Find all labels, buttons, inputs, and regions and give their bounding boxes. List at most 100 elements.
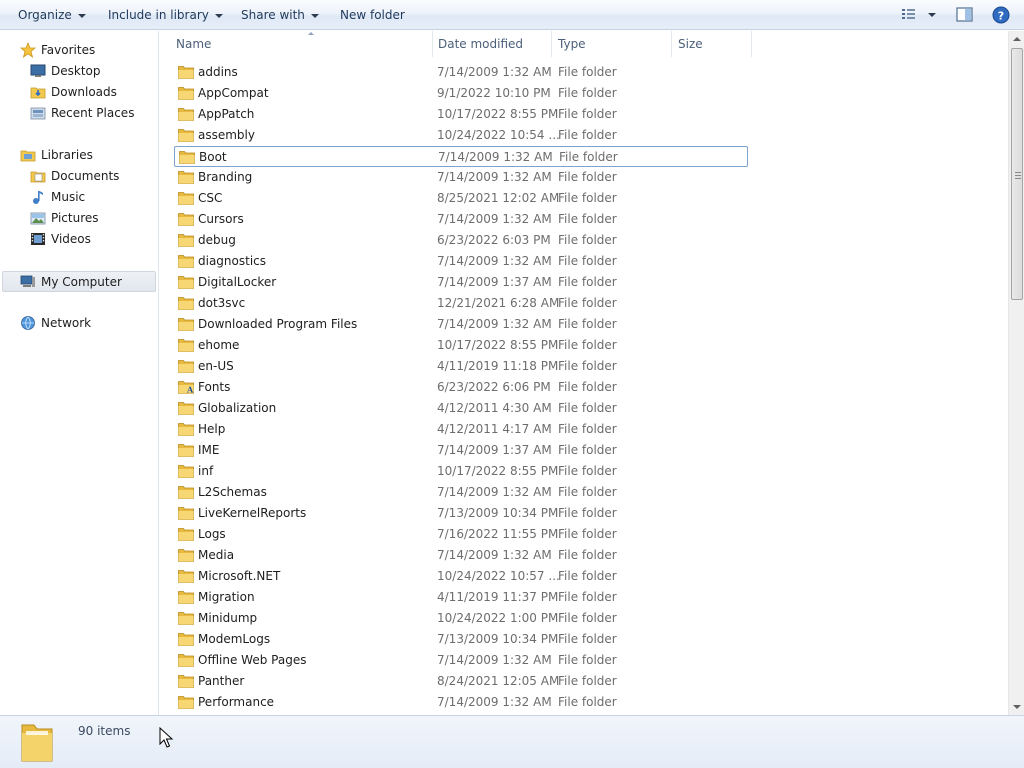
file-date-modified: 10/24/2022 1:00 PM: [437, 611, 559, 625]
nav-libraries-label: Libraries: [41, 148, 93, 162]
nav-pictures-label: Pictures: [51, 211, 99, 225]
file-type: File folder: [558, 611, 617, 625]
file-row[interactable]: Branding 7/14/2009 1:32 AM File folder: [174, 167, 748, 188]
file-date-modified: 7/14/2009 1:32 AM: [437, 254, 552, 268]
file-name: Cursors: [198, 212, 244, 226]
file-row[interactable]: Cursors 7/14/2009 1:32 AM File folder: [174, 209, 748, 230]
file-row[interactable]: Help 4/12/2011 4:17 AM File folder: [174, 419, 748, 440]
folder-icon: [178, 87, 194, 100]
file-row[interactable]: Media 7/14/2009 1:32 AM File folder: [174, 545, 748, 566]
file-row[interactable]: Panther 8/24/2021 12:05 AM File folder: [174, 671, 748, 692]
file-type: File folder: [558, 191, 617, 205]
vertical-scrollbar[interactable]: [1008, 31, 1024, 715]
file-row[interactable]: IME 7/14/2009 1:37 AM File folder: [174, 440, 748, 461]
file-row[interactable]: L2Schemas 7/14/2009 1:32 AM File folder: [174, 482, 748, 503]
file-row[interactable]: Downloaded Program Files 7/14/2009 1:32 A…: [174, 314, 748, 335]
nav-music-label: Music: [51, 190, 86, 204]
file-row[interactable]: Minidump 10/24/2022 1:00 PM File folder: [174, 608, 748, 629]
file-date-modified: 4/12/2011 4:30 AM: [437, 401, 552, 415]
file-row[interactable]: CSC 8/25/2021 12:02 AM File folder: [174, 188, 748, 209]
file-type: File folder: [558, 422, 617, 436]
preview-pane-button[interactable]: [955, 6, 975, 27]
file-name: LiveKernelReports: [198, 506, 307, 520]
file-name: CSC: [198, 191, 223, 205]
file-date-modified: 10/17/2022 8:55 PM: [437, 338, 559, 352]
folder-icon: [178, 507, 194, 520]
file-type: File folder: [558, 443, 617, 457]
file-type: File folder: [558, 212, 617, 226]
folder-icon: [178, 570, 194, 583]
share-with-button[interactable]: Share with: [241, 0, 319, 30]
folder-icon: [178, 549, 194, 562]
scroll-up-arrow-icon[interactable]: [1013, 37, 1021, 41]
column-header-size[interactable]: Size: [672, 31, 752, 57]
grip-line: [1015, 172, 1021, 173]
file-row[interactable]: Globalization 4/12/2011 4:30 AM File folde…: [174, 398, 748, 419]
file-row[interactable]: dot3svc 12/21/2021 6:28 AM File folder: [174, 293, 748, 314]
svg-text:?: ?: [998, 10, 1004, 23]
file-row[interactable]: AppPatch 10/17/2022 8:55 PM File folder: [174, 104, 748, 125]
file-date-modified: 10/17/2022 8:55 PM: [437, 464, 559, 478]
file-row[interactable]: Boot 7/14/2009 1:32 AM File folder: [174, 146, 748, 167]
nav-desktop-label: Desktop: [51, 64, 101, 78]
file-type: File folder: [558, 380, 617, 394]
file-row[interactable]: LiveKernelReports 7/13/2009 10:34 PM File …: [174, 503, 748, 524]
folder-icon: [178, 255, 194, 268]
folder-icon: [178, 234, 194, 247]
new-folder-button[interactable]: New folder: [340, 0, 405, 30]
file-type: File folder: [558, 359, 617, 373]
nav-videos-label: Videos: [51, 232, 91, 246]
file-row[interactable]: Logs 7/16/2022 11:55 PM File folder: [174, 524, 748, 545]
file-date-modified: 7/14/2009 1:32 AM: [438, 150, 553, 164]
file-date-modified: 8/24/2021 12:05 AM: [437, 674, 560, 688]
file-row[interactable]: ehome 10/17/2022 8:55 PM File folder: [174, 335, 748, 356]
file-row[interactable]: Microsoft.NET 10/24/2022 10:57 ... File fo…: [174, 566, 748, 587]
help-icon: ?: [992, 6, 1010, 24]
file-row[interactable]: en-US 4/11/2019 11:18 PM File folder: [174, 356, 748, 377]
column-type-label: Type: [558, 37, 586, 51]
organize-label: Organize: [18, 8, 72, 22]
chevron-down-icon: [77, 13, 86, 18]
file-name: Performance: [198, 695, 275, 709]
file-row[interactable]: DigitalLocker 7/14/2009 1:37 AM File folde…: [174, 272, 748, 293]
file-type: File folder: [558, 275, 617, 289]
folder-icon: [178, 129, 194, 142]
column-header-date-modified[interactable]: Date modified: [432, 31, 552, 57]
folder-icon: [178, 402, 194, 415]
folder-icon: [178, 276, 194, 289]
scrollbar-thumb[interactable]: [1011, 48, 1023, 300]
folder-icon: [178, 297, 194, 310]
file-type: File folder: [558, 674, 617, 688]
scroll-down-arrow-icon[interactable]: [1013, 705, 1021, 709]
file-row[interactable]: Performance 7/14/2009 1:32 AM File folder: [174, 692, 748, 713]
file-type: File folder: [558, 548, 617, 562]
file-row[interactable]: addins 7/14/2009 1:32 AM File folder: [174, 62, 748, 83]
file-row[interactable]: Offline Web Pages 7/14/2009 1:32 AM File f…: [174, 650, 748, 671]
file-type: File folder: [558, 653, 617, 667]
folder-large-icon: [21, 724, 53, 762]
view-options-button[interactable]: [900, 6, 940, 27]
file-row[interactable]: A Fonts 6/23/2022 6:06 PM File folder: [174, 377, 748, 398]
include-in-library-button[interactable]: Include in library: [108, 0, 223, 30]
file-date-modified: 10/24/2022 10:54 ...: [437, 128, 560, 142]
file-row[interactable]: assembly 10/24/2022 10:54 ... File folder: [174, 125, 748, 146]
file-row[interactable]: Migration 4/11/2019 11:37 PM File folder: [174, 587, 748, 608]
file-row[interactable]: ModemLogs 7/13/2009 10:34 PM File folder: [174, 629, 748, 650]
column-header-name[interactable]: Name: [170, 31, 433, 57]
column-header-type[interactable]: Type: [552, 31, 672, 57]
file-date-modified: 7/14/2009 1:32 AM: [437, 212, 552, 226]
file-row[interactable]: AppCompat 9/1/2022 10:10 PM File folder: [174, 83, 748, 104]
folder-icon: [178, 612, 194, 625]
item-count: 90 items: [78, 724, 131, 738]
file-row[interactable]: diagnostics 7/14/2009 1:32 AM File folder: [174, 251, 748, 272]
nav-my-computer[interactable]: My Computer: [2, 271, 156, 292]
sort-ascending-icon: [308, 32, 314, 35]
file-name: addins: [198, 65, 238, 79]
file-row[interactable]: inf 10/17/2022 8:55 PM File folder: [174, 461, 748, 482]
folder-icon: [178, 318, 194, 331]
column-name-label: Name: [176, 37, 212, 51]
file-row[interactable]: debug 6/23/2022 6:03 PM File folder: [174, 230, 748, 251]
help-button[interactable]: ?: [991, 6, 1011, 29]
organize-button[interactable]: Organize: [18, 0, 86, 30]
file-name: ModemLogs: [198, 632, 271, 646]
